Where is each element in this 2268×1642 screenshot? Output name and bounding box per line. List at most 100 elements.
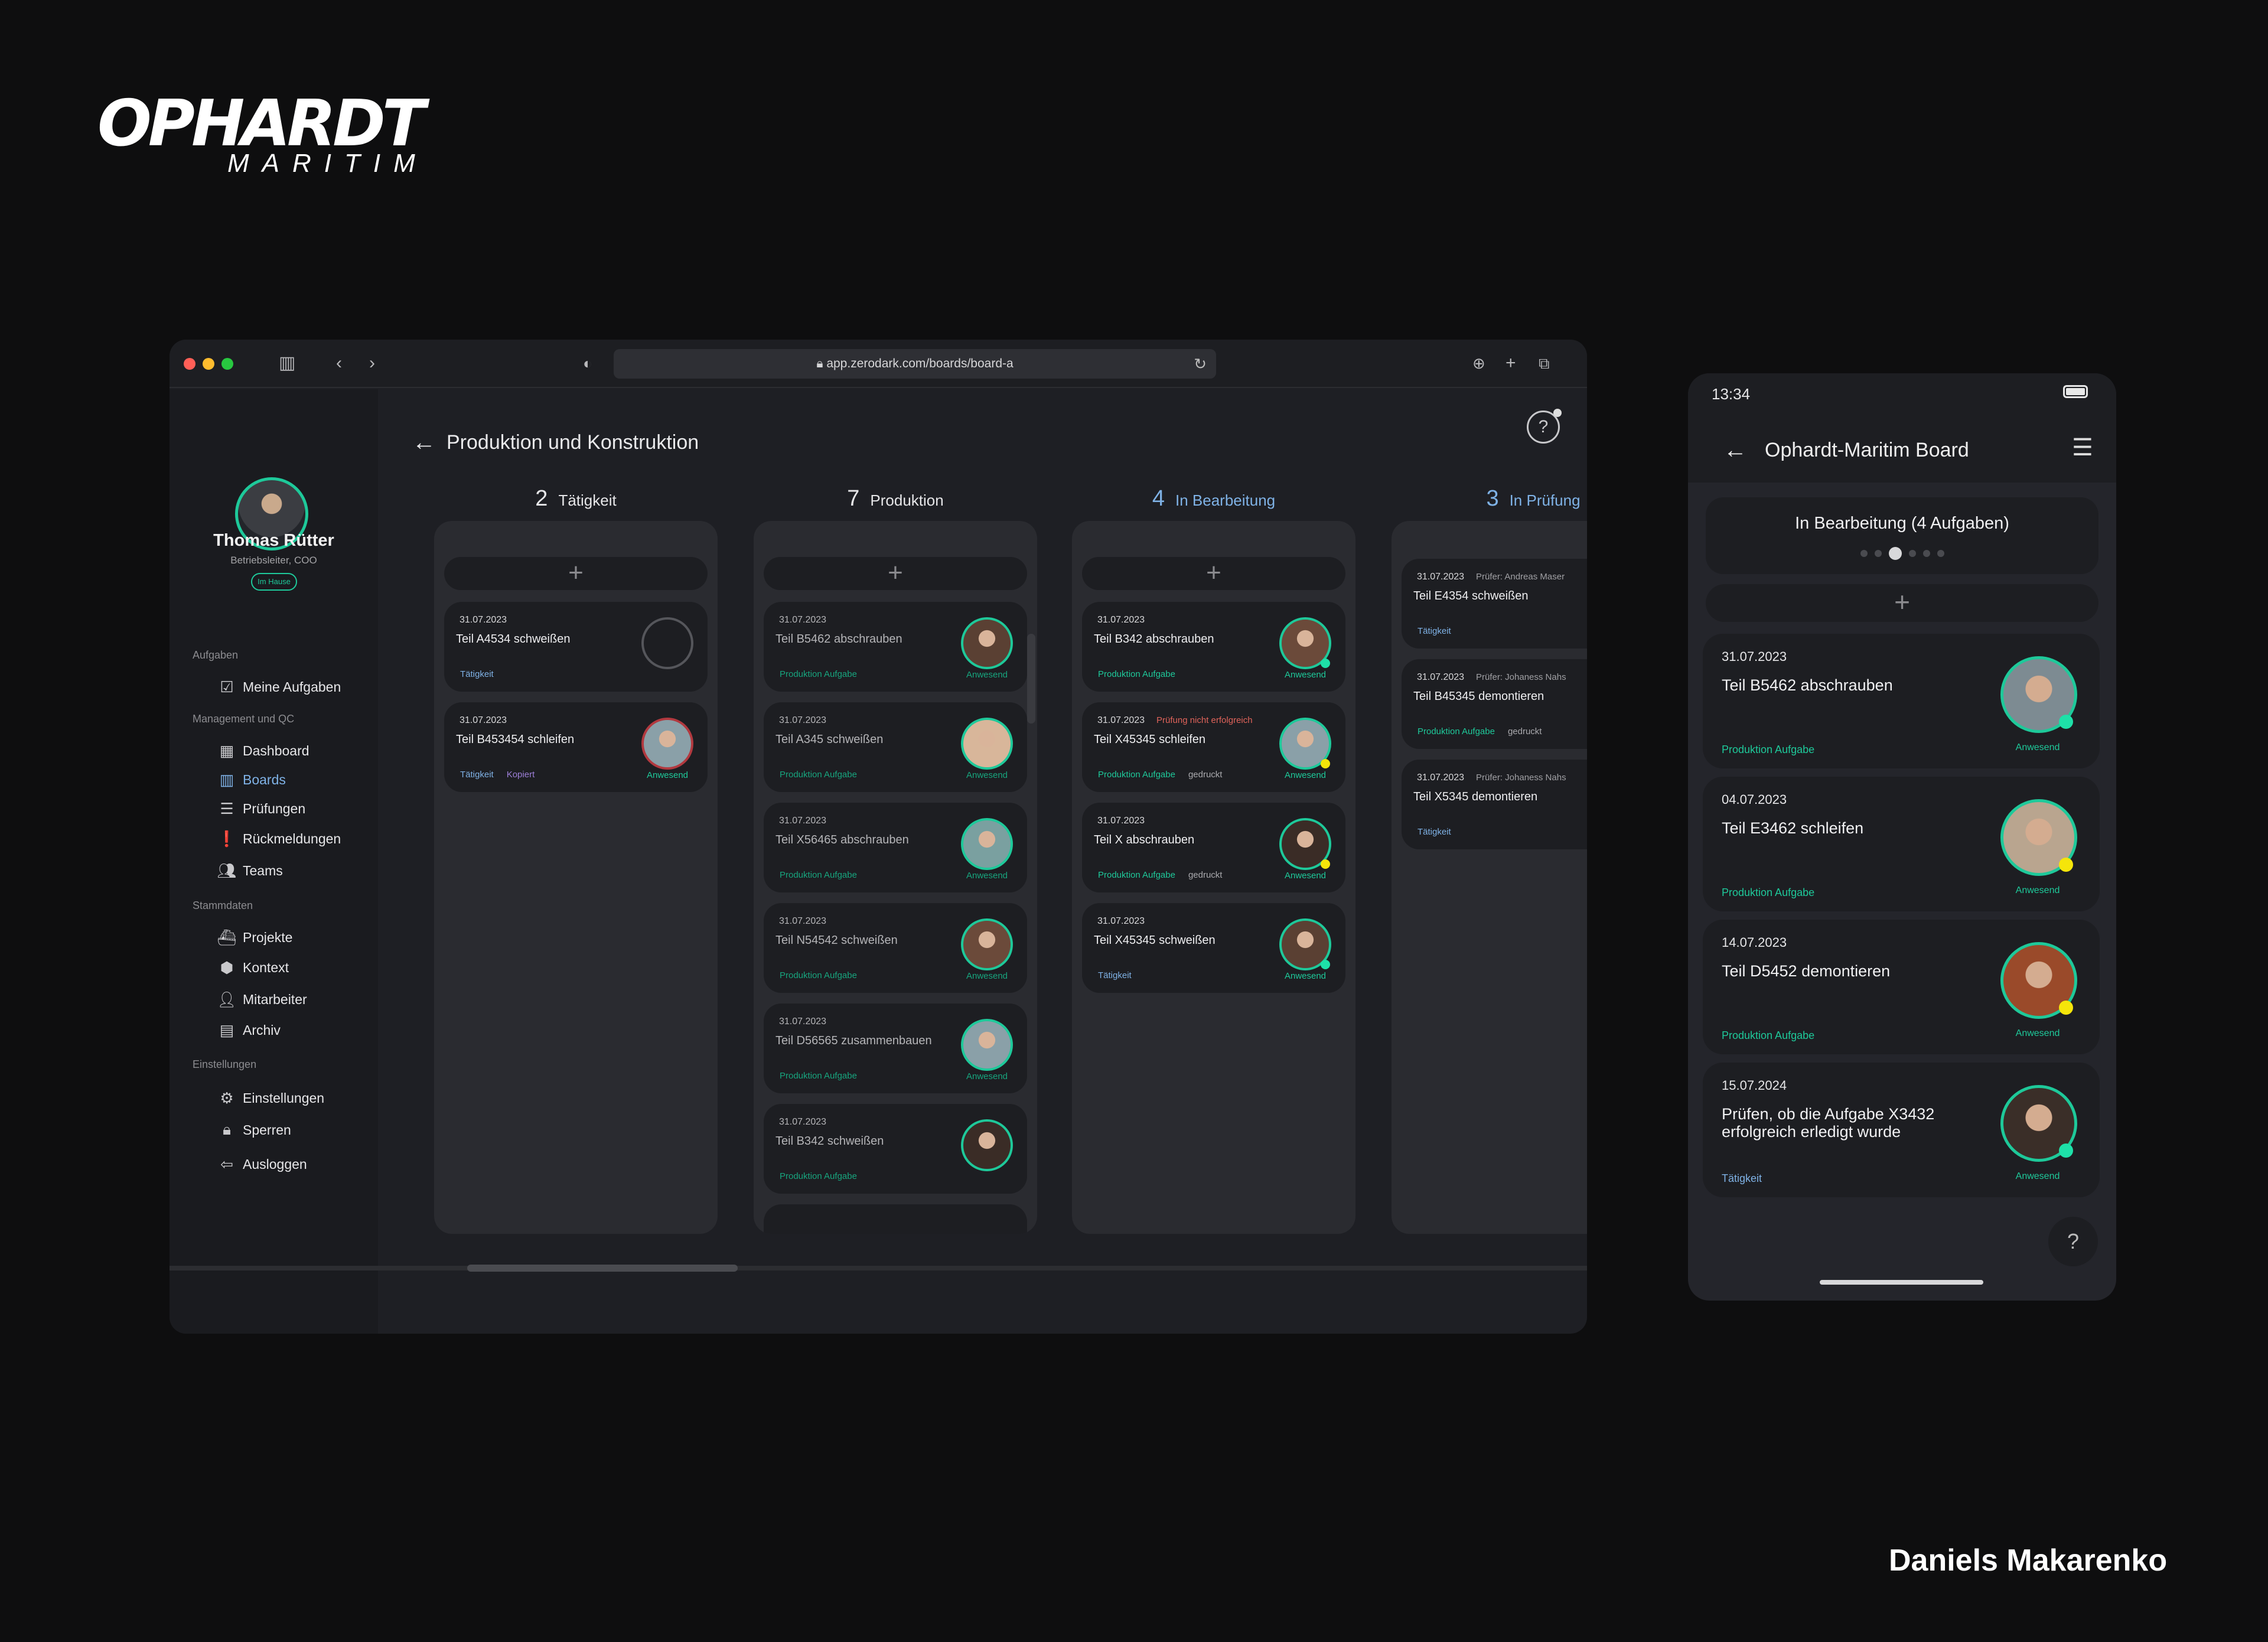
page-dot[interactable] — [1860, 550, 1868, 557]
download-icon[interactable]: ⊕ — [1472, 351, 1485, 375]
card-date: 31.07.2023 — [1097, 615, 1145, 625]
task-card[interactable]: 15.07.2024 Prüfen, ob die Aufgabe X3432 e… — [1703, 1063, 2100, 1197]
tasks-icon: ☑ — [220, 677, 234, 696]
assignee-avatar[interactable] — [2000, 942, 2077, 1019]
add-card-button[interactable]: + — [444, 557, 708, 590]
sidebar-item-meine-aufgaben[interactable]: ☑ Meine Aufgaben — [211, 675, 341, 699]
scrollbar-thumb[interactable] — [467, 1265, 738, 1272]
sidebar-item-sperren[interactable]: 🔒︎ Sperren — [211, 1118, 291, 1142]
page-dot[interactable] — [1874, 550, 1882, 557]
assignee-avatar[interactable] — [1279, 918, 1331, 970]
board-horizontal-scrollbar[interactable] — [170, 1266, 1587, 1270]
task-card[interactable]: 31.07.2023 Teil B342 schweißen Produktion … — [764, 1104, 1027, 1194]
task-card[interactable]: 31.07.2023 Teil B453454 schleifen Tätigkei… — [444, 702, 708, 792]
back-icon[interactable]: ‹ — [336, 351, 342, 375]
hamburger-menu-icon[interactable]: ☰ — [2072, 436, 2093, 460]
card-tags: Tätigkeit Kopiert — [460, 770, 535, 780]
address-bar[interactable]: 🔒︎ app.zerodark.com/boards/board-a ↻ — [614, 349, 1216, 379]
page-dot[interactable] — [1888, 547, 1902, 560]
task-card[interactable]: 31.07.2023 Prüfer: Andreas Maser Teil E435… — [1402, 559, 1587, 649]
home-indicator[interactable] — [1820, 1280, 1983, 1285]
tabs-overview-icon[interactable]: ⧉ — [1539, 351, 1550, 375]
task-card[interactable]: 31.07.2023 Teil A345 schweißen Produktion … — [764, 702, 1027, 792]
task-card[interactable]: 31.07.2023 Teil A4534 schweißen Tätigkeit — [444, 602, 708, 692]
reload-icon[interactable]: ↻ — [1194, 349, 1207, 379]
close-window-button[interactable] — [184, 358, 195, 370]
task-card[interactable]: 31.07.2023 Prüfung nicht erfolgreich Teil … — [1082, 702, 1345, 792]
sidebar-item-boards[interactable]: ▥ Boards — [211, 768, 286, 791]
assignee-avatar[interactable] — [2000, 799, 2077, 876]
back-arrow-icon[interactable]: ← — [412, 429, 436, 456]
task-card[interactable]: 04.07.2023 Teil E3462 schleifen Produktion… — [1703, 777, 2100, 911]
assignee-avatar[interactable] — [1279, 818, 1331, 870]
sidebar-item-dashboard[interactable]: ▦ Dashboard — [211, 739, 309, 763]
assignee-avatar[interactable] — [641, 718, 693, 770]
page-indicator[interactable] — [1706, 547, 2098, 560]
assignee-avatar[interactable] — [641, 617, 693, 669]
assignee-avatar[interactable] — [961, 1119, 1013, 1171]
column-switcher[interactable]: In Bearbeitung (4 Aufgaben) — [1706, 497, 2098, 574]
forward-icon[interactable]: › — [369, 351, 375, 375]
sidebar-item-label: Boards — [243, 771, 286, 787]
page-dot[interactable] — [1937, 550, 1944, 557]
assignee-avatar[interactable] — [961, 718, 1013, 770]
task-card[interactable]: 31.07.2023 Teil X abschrauben Produktion A… — [1082, 803, 1345, 892]
sidebar-item-ausloggen[interactable]: ⇦ Ausloggen — [211, 1152, 307, 1176]
sidebar-item-kontext[interactable]: ⬢ Kontext — [211, 956, 289, 979]
help-icon[interactable]: ? — [2048, 1217, 2098, 1266]
task-card[interactable]: 31.07.2023 Teil D56565 zusammenbauen Produ… — [764, 1004, 1027, 1093]
assignee-avatar[interactable] — [961, 918, 1013, 970]
assignee-avatar[interactable] — [1279, 617, 1331, 669]
column-header[interactable]: 3 In Prüfung — [1392, 486, 1587, 516]
sidebar-toggle-icon[interactable]: ▥ — [279, 351, 295, 375]
assignee-avatar[interactable] — [1279, 718, 1331, 770]
task-card[interactable]: 31.07.2023 Teil B5462 abschrauben Produkti… — [1703, 634, 2100, 768]
shield-icon[interactable]: ◐ — [583, 351, 592, 375]
page-dot[interactable] — [1922, 550, 1930, 557]
sidebar-item-einstellungen[interactable]: ⚙ Einstellungen — [211, 1086, 324, 1110]
add-task-button[interactable]: + — [1706, 584, 2098, 622]
assignee-avatar[interactable] — [2000, 656, 2077, 733]
column-scrollbar[interactable] — [1027, 634, 1035, 724]
task-card[interactable]: 31.07.2023 Teil X45345 schweißen Tätigkeit… — [1082, 903, 1345, 993]
sidebar-item-rückmeldungen[interactable]: ❗ Rückmeldungen — [211, 827, 341, 851]
sidebar-item-projekte[interactable]: ⛴︎ Projekte — [211, 926, 292, 949]
add-card-button[interactable]: + — [764, 557, 1027, 590]
task-card[interactable]: 31.07.2023 Teil B342 abschrauben Produktio… — [1082, 602, 1345, 692]
new-tab-icon[interactable]: + — [1506, 351, 1516, 375]
presence-label: Anwesend — [1284, 971, 1327, 981]
sidebar-item-teams[interactable]: 👥︎ Teams — [211, 859, 282, 882]
task-card[interactable]: 31.07.2023 Prüfer: Johaness Nahs Teil B453… — [1402, 659, 1587, 749]
column-header[interactable]: 2 Tätigkeit — [434, 486, 718, 516]
maximize-window-button[interactable] — [221, 358, 233, 370]
task-card[interactable]: 31.07.2023 Teil N54542 schweißen Produktio… — [764, 903, 1027, 993]
task-card-partial[interactable] — [764, 1204, 1027, 1234]
sidebar-item-mitarbeiter[interactable]: 👤︎ Mitarbeiter — [211, 988, 307, 1011]
presence-dot — [2059, 1001, 2073, 1015]
presence-label: Anwesend — [1284, 770, 1327, 780]
task-card[interactable]: 31.07.2023 Prüfer: Johaness Nahs Teil X534… — [1402, 760, 1587, 849]
user-name: Thomas Rütter — [213, 531, 334, 550]
task-card[interactable]: 31.07.2023 Teil B5462 abschrauben Produkti… — [764, 602, 1027, 692]
sidebar-section-label: Einstellungen — [193, 1058, 257, 1070]
page-dot[interactable] — [1908, 550, 1916, 557]
assignee-avatar[interactable] — [961, 1019, 1013, 1071]
card-tags: Produktion Aufgabe — [1098, 669, 1175, 679]
sidebar-item-archiv[interactable]: ▤ Archiv — [211, 1018, 281, 1042]
back-arrow-icon[interactable]: ← — [1723, 437, 1747, 464]
boards-icon: ▥ — [219, 770, 234, 789]
mobile-board-title: Ophardt-Maritim Board — [1765, 439, 1969, 461]
assignee-avatar[interactable] — [961, 617, 1013, 669]
add-card-button[interactable]: + — [1082, 557, 1345, 590]
assignee-avatar[interactable] — [2000, 1085, 2077, 1162]
card-title: Teil A4534 schweißen — [456, 633, 571, 646]
help-icon[interactable]: ? — [1527, 409, 1562, 444]
assignee-avatar[interactable] — [961, 818, 1013, 870]
column-header[interactable]: 7 Produktion — [754, 486, 1037, 516]
column-header[interactable]: 4 In Bearbeitung — [1072, 486, 1355, 516]
task-card[interactable]: 14.07.2023 Teil D5452 demontieren Produkti… — [1703, 920, 2100, 1054]
task-card[interactable]: 31.07.2023 Teil X56465 abschrauben Produkt… — [764, 803, 1027, 892]
minimize-window-button[interactable] — [203, 358, 214, 370]
sidebar-item-prüfungen[interactable]: ☰ Prüfungen — [211, 797, 305, 820]
column-name: In Prüfung — [1509, 491, 1581, 509]
